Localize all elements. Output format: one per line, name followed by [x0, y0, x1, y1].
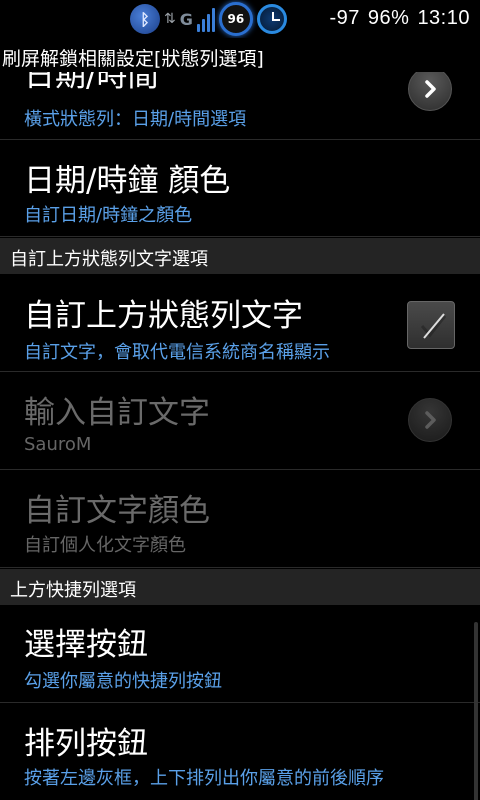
pref-title: 日期/時間	[24, 72, 159, 94]
title-bar: 刷屏解鎖相關設定[狀態列選項]	[0, 38, 480, 72]
checkbox-icon[interactable]	[407, 301, 455, 349]
chevron-right-icon	[408, 72, 452, 111]
category-title: 上方快捷列選項	[10, 580, 136, 601]
pref-summary: 按著左邊灰框，上下排列出你屬意的前後順序	[24, 768, 384, 789]
battery-level: 96%	[367, 7, 410, 29]
notification-icons: ᛒ ⇅ G 96	[130, 2, 287, 36]
preference-list[interactable]: 日期/時間 橫式狀態列：日期/時間選項 日期/時鐘 顏色 自訂日期/時鐘之顏色 …	[0, 72, 480, 800]
pref-title: 選擇按鈕	[24, 627, 148, 663]
category-title: 自訂上方狀態列文字選項	[10, 249, 208, 270]
pref-summary: SauroM	[24, 434, 92, 455]
pref-title: 自訂上方狀態列文字	[24, 298, 303, 334]
pref-item-custom-text[interactable]: 自訂上方狀態列文字 自訂文字，會取代電信系統商名稱顯示	[0, 274, 480, 372]
pref-summary: 勾選你屬意的快捷列按鈕	[24, 671, 222, 692]
pref-item-text-color[interactable]: 自訂文字顏色 自訂個人化文字顏色	[0, 471, 480, 568]
ring-badge-icon: 96	[218, 2, 253, 36]
bluetooth-icon: ᛒ	[130, 4, 160, 34]
category-header-top-text: 自訂上方狀態列文字選項	[0, 238, 480, 274]
pref-summary: 自訂個人化文字顏色	[24, 535, 186, 556]
badge-value: 96	[227, 12, 245, 26]
pref-item-select-buttons[interactable]: 選擇按鈕 勾選你屬意的快捷列按鈕	[0, 605, 480, 703]
status-readouts: -97 96% 13:10	[322, 7, 471, 30]
pref-item-datetime[interactable]: 日期/時間 橫式狀態列：日期/時間選項	[0, 72, 480, 140]
pref-summary: 自訂文字，會取代電信系統商名稱顯示	[24, 342, 330, 363]
pref-title: 排列按鈕	[24, 726, 148, 762]
pref-item-arrange-buttons[interactable]: 排列按鈕 按著左邊灰框，上下排列出你屬意的前後順序	[0, 704, 480, 800]
pref-title: 自訂文字顏色	[24, 493, 210, 529]
signal-icon	[196, 6, 215, 32]
pref-summary: 自訂日期/時鐘之顏色	[24, 205, 193, 226]
chevron-right-icon	[408, 398, 452, 442]
clock-time: 13:10	[417, 7, 470, 29]
network-type-label: G	[179, 9, 193, 29]
page-title: 刷屏解鎖相關設定[狀態列選項]	[2, 48, 264, 70]
pref-title: 輸入自訂文字	[24, 395, 210, 431]
pref-title: 日期/時鐘 顏色	[24, 163, 231, 199]
alarm-clock-icon	[256, 4, 287, 34]
pref-item-clock-color[interactable]: 日期/時鐘 顏色 自訂日期/時鐘之顏色	[0, 140, 480, 237]
status-bar: ᛒ ⇅ G 96 -97 96% 13:10	[0, 0, 480, 38]
pref-item-input-text[interactable]: 輸入自訂文字 SauroM	[0, 373, 480, 470]
data-arrows-icon: ⇅	[164, 11, 176, 27]
pref-summary: 橫式狀態列：日期/時間選項	[24, 109, 247, 130]
scrollbar[interactable]	[474, 622, 478, 800]
signal-dbm: -97	[329, 7, 360, 29]
category-header-shortcut: 上方快捷列選項	[0, 569, 480, 605]
